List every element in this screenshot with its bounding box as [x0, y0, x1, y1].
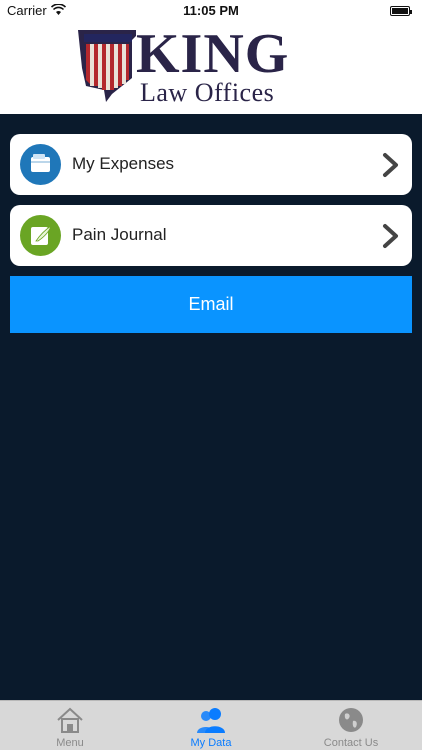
wallet-icon: [20, 144, 61, 185]
status-bar: Carrier 11:05 PM: [0, 0, 422, 22]
journal-icon: [20, 215, 61, 256]
king-law-logo: KING Law Offices: [76, 23, 338, 108]
tab-menu[interactable]: Menu: [0, 701, 140, 750]
pain-journal-label: Pain Journal: [72, 225, 167, 244]
tab-my-data[interactable]: My Data: [141, 701, 281, 750]
tab-contact-us-label: Contact Us: [323, 737, 379, 749]
brand-name: KING: [136, 23, 290, 85]
globe-icon: [339, 708, 363, 732]
my-expenses-button[interactable]: My Expenses: [10, 134, 412, 195]
battery-icon: [390, 6, 412, 16]
brand-subtitle: Law Offices: [140, 78, 275, 107]
status-time: 11:05 PM: [183, 3, 239, 18]
my-expenses-label: My Expenses: [72, 154, 175, 173]
email-button[interactable]: Email: [10, 276, 412, 333]
people-icon: [197, 708, 225, 733]
flag-shield-icon: [78, 30, 136, 102]
pain-journal-button[interactable]: Pain Journal: [10, 205, 412, 266]
house-icon: [57, 707, 83, 733]
chevron-right-icon: [383, 224, 398, 248]
tab-bar: Menu My Data Contact Us: [0, 700, 422, 750]
tab-my-data-label: My Data: [190, 737, 232, 749]
tab-menu-label: Menu: [56, 737, 84, 749]
app-header: Carrier 11:05 PM KING Law Offices: [0, 0, 422, 114]
chevron-right-icon: [383, 153, 398, 177]
tab-contact-us[interactable]: Contact Us: [281, 701, 421, 750]
